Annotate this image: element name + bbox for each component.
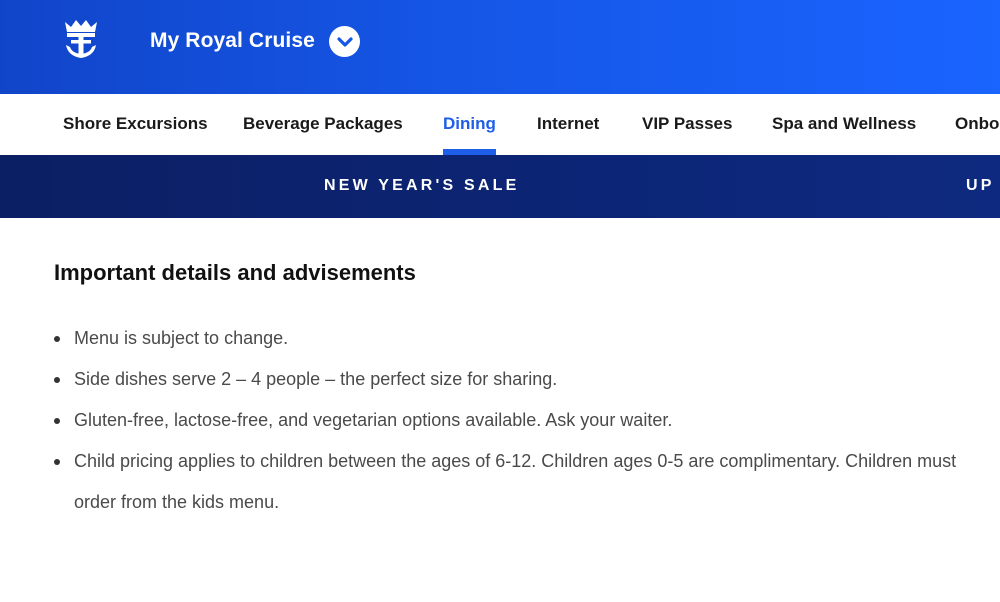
promo-headline: NEW YEAR'S SALE [324,177,520,194]
category-nav: Shore Excursions Beverage Packages Dinin… [0,94,1000,156]
list-item: Gluten-free, lactose-free, and vegetaria… [54,400,974,441]
chevron-down-icon[interactable] [329,26,360,57]
list-item: Child pricing applies to children betwee… [54,441,974,523]
nav-item-vip-passes[interactable]: VIP Passes [642,114,732,134]
advisement-text: Gluten-free, lactose-free, and vegetaria… [74,410,673,430]
bullet-icon [54,336,60,342]
nav-item-shore-excursions[interactable]: Shore Excursions [63,114,208,134]
bullet-icon [54,418,60,424]
advisements-list: Menu is subject to change. Side dishes s… [54,318,974,523]
list-item: Side dishes serve 2 – 4 people – the per… [54,359,974,400]
promo-banner[interactable]: NEW YEAR'S SALE UP [0,155,1000,218]
promo-offer-text: UP [966,177,995,194]
bullet-icon [54,459,60,465]
nav-item-dining[interactable]: Dining [443,114,496,134]
advisement-text: Child pricing applies to children betwee… [74,451,957,512]
nav-item-onboard[interactable]: Onbo [955,114,999,134]
list-item: Menu is subject to change. [54,318,974,359]
nav-item-internet[interactable]: Internet [537,114,599,134]
site-title[interactable]: My Royal Cruise [150,29,315,53]
section-heading: Important details and advisements [54,260,416,285]
crown-anchor-logo-icon[interactable] [62,18,100,60]
nav-item-spa-and-wellness[interactable]: Spa and Wellness [772,114,916,134]
advisement-text: Side dishes serve 2 – 4 people – the per… [74,369,558,389]
advisement-text: Menu is subject to change. [74,328,289,348]
nav-item-beverage-packages[interactable]: Beverage Packages [243,114,403,134]
top-header: My Royal Cruise [0,0,1000,94]
bullet-icon [54,377,60,383]
